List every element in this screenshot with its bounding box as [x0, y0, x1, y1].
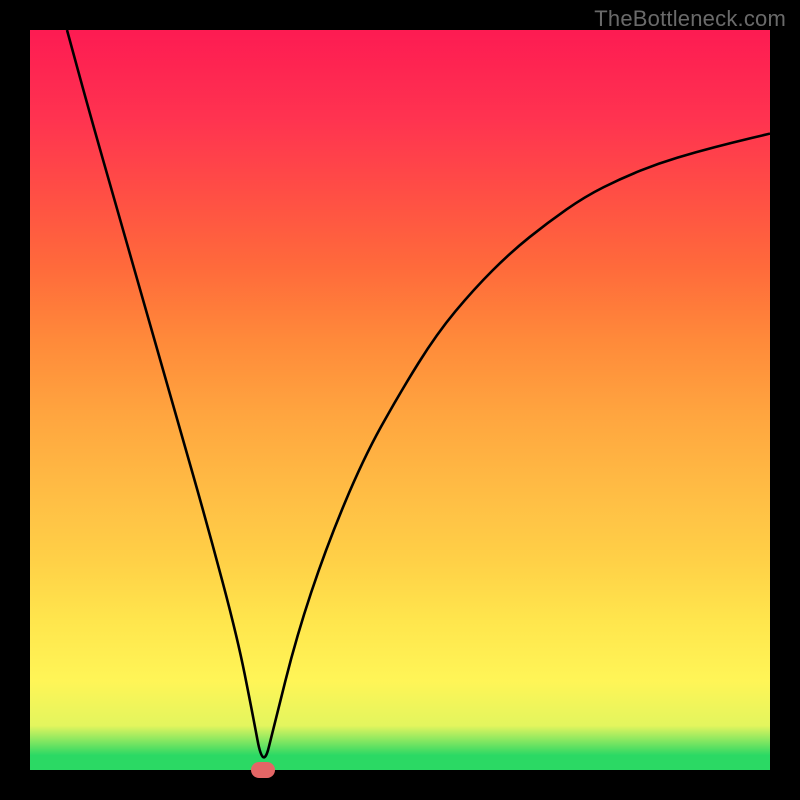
- background-gradient: [30, 30, 770, 770]
- chart-container: TheBottleneck.com: [0, 0, 800, 800]
- plot-frame: [30, 30, 770, 770]
- current-point-marker: [251, 762, 275, 778]
- watermark-text: TheBottleneck.com: [594, 6, 786, 32]
